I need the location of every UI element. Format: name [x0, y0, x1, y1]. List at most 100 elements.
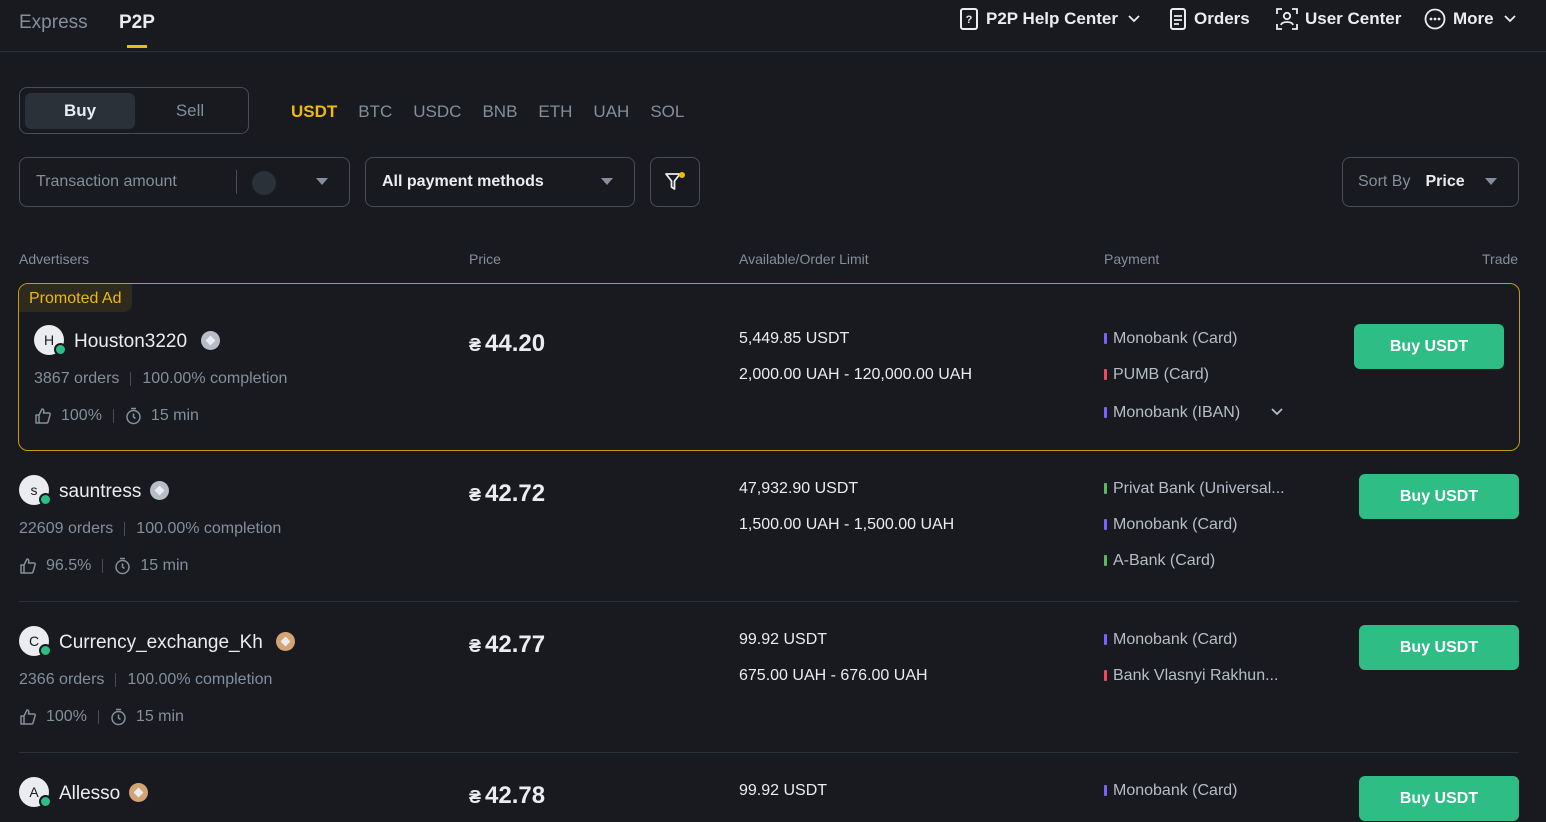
currency-icon: [252, 171, 276, 195]
coin-tab-uah[interactable]: UAH: [593, 102, 629, 122]
timer-icon: [111, 708, 126, 726]
nav-user-center-label: User Center: [1305, 9, 1402, 28]
buy-sell-toggle: Buy Sell: [19, 87, 249, 134]
filter-button[interactable]: [650, 157, 700, 207]
order-limit: 1,500.00 UAH - 1,500.00 UAH: [739, 516, 955, 533]
advertiser-name[interactable]: Currency_exchange_Kh: [59, 632, 263, 654]
timer-icon: [115, 557, 131, 575]
header-trade: Trade: [1482, 251, 1519, 267]
payment-select-value: All payment methods: [382, 173, 544, 190]
header-price: Price: [469, 251, 501, 267]
advertiser-name[interactable]: sauntress: [59, 481, 141, 503]
tab-express[interactable]: Express: [19, 12, 88, 34]
row-divider: [19, 601, 1519, 602]
nav-orders[interactable]: Orders: [1169, 5, 1250, 33]
transaction-amount-input[interactable]: Transaction amount: [19, 157, 350, 207]
online-indicator: [39, 644, 52, 657]
payment-method: Privat Bank (Universal...: [1104, 480, 1285, 498]
nav-user-center[interactable]: User Center: [1276, 5, 1401, 33]
nav-more-label: More: [1453, 9, 1494, 28]
merchant-badge-icon: [150, 481, 169, 500]
payment-method: A-Bank (Card): [1104, 552, 1215, 570]
order-limit: 2,000.00 UAH - 120,000.00 UAH: [739, 366, 973, 383]
chevron-down-icon: [1503, 15, 1516, 23]
user-scan-icon: [1276, 8, 1298, 30]
advertiser-rating-stats: 96.5% 15 min: [19, 557, 188, 575]
header-advertisers: Advertisers: [19, 251, 90, 267]
payment-method: Monobank (Card): [1104, 330, 1238, 348]
svg-text:?: ?: [966, 14, 973, 26]
payment-method: Bank Vlasnyi Rakhun...: [1104, 667, 1278, 685]
header-payment: Payment: [1104, 251, 1160, 267]
ad-price: ₴ 42.72: [469, 480, 546, 507]
advertiser-order-stats: 3867 orders 100.00% completion: [34, 370, 288, 387]
buy-usdt-button[interactable]: Buy USDT: [1359, 625, 1519, 670]
nav-help-center[interactable]: ? P2P Help Center: [959, 5, 1140, 33]
caret-down-icon: [1485, 178, 1497, 185]
payment-method: Monobank (Card): [1104, 516, 1238, 534]
merchant-badge-icon: [129, 783, 148, 802]
buy-usdt-button[interactable]: Buy USDT: [1359, 776, 1519, 821]
advertiser-order-stats: 22609 orders 100.00% completion: [19, 520, 282, 537]
amount-placeholder: Transaction amount: [36, 173, 177, 190]
help-document-icon: ?: [960, 8, 978, 30]
active-tab-indicator: [127, 45, 147, 48]
row-divider: [19, 752, 1519, 753]
advertiser-rating-stats: 100% 15 min: [19, 708, 184, 726]
payment-method: Monobank (IBAN): [1104, 404, 1240, 422]
coin-tab-sol[interactable]: SOL: [650, 102, 684, 122]
more-dots-icon: [1424, 8, 1446, 30]
avatar[interactable]: H: [34, 325, 67, 356]
avatar[interactable]: C: [19, 626, 52, 657]
header-available: Available/Order Limit: [739, 251, 869, 267]
payment-methods-select[interactable]: All payment methods: [365, 157, 635, 207]
payment-method: Monobank (Card): [1104, 782, 1238, 800]
buy-usdt-button[interactable]: Buy USDT: [1359, 474, 1519, 519]
merchant-badge-icon: [276, 632, 295, 651]
advertiser-rating-stats: 100% 15 min: [34, 407, 199, 425]
thumbs-up-icon: [20, 709, 36, 725]
online-indicator: [39, 795, 52, 808]
top-bar: Express P2P ? P2P Help Center Orders Use…: [0, 0, 1546, 52]
timer-icon: [126, 407, 141, 425]
caret-down-icon[interactable]: [316, 178, 328, 186]
available-amount: 5,449.85 USDT: [739, 330, 850, 347]
payment-method: PUMB (Card): [1104, 366, 1209, 384]
coin-tab-eth[interactable]: ETH: [538, 102, 572, 122]
buy-usdt-button[interactable]: Buy USDT: [1354, 324, 1504, 369]
sort-value: Price: [1425, 173, 1465, 190]
thumbs-up-icon: [35, 408, 51, 424]
coin-tab-usdt[interactable]: USDT: [291, 102, 337, 122]
available-amount: 99.92 USDT: [739, 631, 828, 648]
advertiser-name[interactable]: Allesso: [59, 783, 120, 805]
avatar[interactable]: s: [19, 475, 52, 506]
coin-tab-usdc[interactable]: USDC: [413, 102, 461, 122]
ad-price: ₴ 42.77: [469, 631, 546, 658]
expand-payments-chevron-icon[interactable]: [1271, 408, 1283, 416]
filter-icon: [665, 172, 685, 190]
nav-orders-label: Orders: [1194, 9, 1250, 28]
chevron-down-icon: [1128, 15, 1140, 23]
promoted-ad-tag: Promoted Ad: [19, 284, 132, 312]
coin-tabs: USDT BTC USDC BNB ETH UAH SOL: [291, 102, 684, 122]
advertiser-name[interactable]: Houston3220: [74, 331, 187, 353]
tab-p2p[interactable]: P2P: [119, 12, 155, 34]
sort-by-select[interactable]: Sort By Price: [1342, 157, 1519, 207]
order-limit: 675.00 UAH - 676.00 UAH: [739, 667, 928, 684]
nav-more[interactable]: More: [1424, 5, 1516, 33]
buy-toggle-button[interactable]: Buy: [25, 93, 135, 129]
amount-divider: [236, 170, 237, 194]
online-indicator: [39, 493, 52, 506]
available-amount: 99.92 USDT: [739, 782, 828, 799]
avatar[interactable]: A: [19, 777, 52, 808]
nav-help-label: P2P Help Center: [986, 9, 1118, 28]
coin-tab-bnb[interactable]: BNB: [482, 102, 517, 122]
sell-toggle-button[interactable]: Sell: [135, 93, 245, 129]
caret-down-icon: [601, 178, 613, 185]
orders-document-icon: [1170, 8, 1186, 30]
online-indicator: [54, 343, 67, 356]
merchant-badge-icon: [201, 331, 220, 350]
advertiser-order-stats: 2366 orders 100.00% completion: [19, 671, 273, 688]
coin-tab-btc[interactable]: BTC: [358, 102, 392, 122]
sort-label: Sort By: [1358, 173, 1411, 190]
